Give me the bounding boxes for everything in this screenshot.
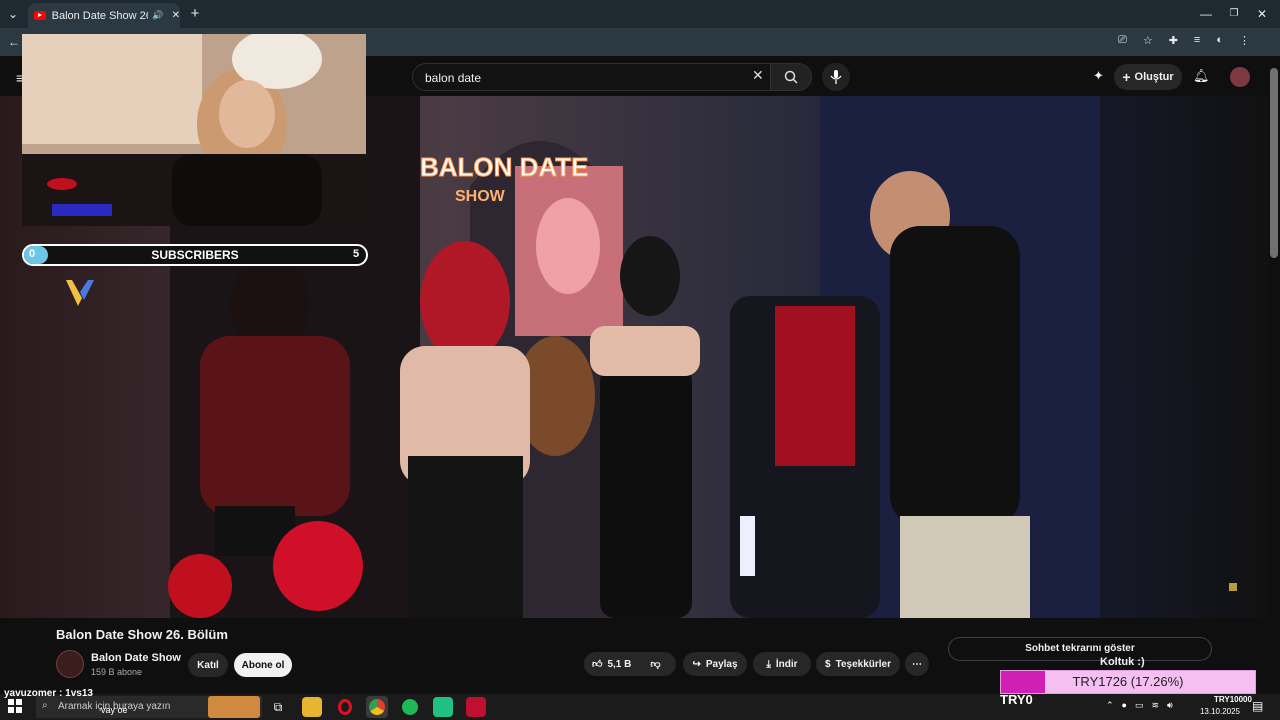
- subscribe-button[interactable]: Abone ol: [234, 653, 292, 677]
- download-label: İndir: [775, 658, 798, 670]
- bookmark-star-icon[interactable]: ☆: [1143, 34, 1153, 50]
- webcam-feed: [22, 34, 366, 226]
- tray-wifi-icon[interactable]: ≋: [1152, 700, 1160, 711]
- microphone-icon: [830, 70, 842, 84]
- back-arrow-icon[interactable]: ←: [4, 28, 24, 56]
- thanks-label: Teşekkürler: [835, 658, 891, 670]
- tray-chevron-icon[interactable]: ⌃: [1106, 700, 1114, 711]
- tray-volume-icon[interactable]: 🔊︎: [1167, 700, 1173, 711]
- neon-sign-title: BALON DATE: [420, 152, 589, 182]
- like-dislike-group: 👍︎ 5,1 B 👎︎: [584, 652, 676, 676]
- stream-chat-message: yavuzomer : 1vs13: [4, 688, 93, 699]
- stream-chat-message-2: vay oe: [101, 705, 128, 715]
- tab-close-icon[interactable]: ✕: [172, 10, 180, 21]
- notifications-bell-icon[interactable]: 🔔︎: [1193, 68, 1210, 84]
- download-button[interactable]: ⤓ İndir: [753, 652, 811, 676]
- restore-button[interactable]: ❐: [1222, 0, 1246, 28]
- search-highlight-image[interactable]: [208, 696, 260, 718]
- share-button[interactable]: ↪ Paylaş: [683, 652, 747, 676]
- taskbar-date[interactable]: 13.10.2025: [1198, 707, 1242, 716]
- neon-sign-subtitle: SHOW: [455, 188, 506, 205]
- browser-toolbar-icons: ⎚ ☆ ✚ ≡ ◐ ⋮: [1118, 34, 1268, 50]
- channel-subscriber-count: 159 B abone: [91, 667, 143, 677]
- search-button[interactable]: [770, 63, 812, 91]
- thanks-button[interactable]: $ Teşekkürler: [816, 652, 900, 676]
- tray-network-icon[interactable]: ▭: [1135, 700, 1144, 711]
- show-chat-replay-button[interactable]: Sohbet tekrarını göster: [948, 637, 1212, 661]
- taskbar-search-icon: ⌕: [42, 700, 48, 711]
- subs-label: SUBSCRIBERS: [151, 248, 239, 262]
- ai-sparkle-icon[interactable]: ✦: [1093, 68, 1104, 84]
- search-icon: [784, 70, 798, 84]
- youtube-favicon-icon: [34, 11, 46, 20]
- file-explorer-icon[interactable]: [302, 697, 322, 717]
- page-scrollbar[interactable]: [1270, 68, 1278, 258]
- install-app-icon[interactable]: ⎚: [1118, 34, 1127, 50]
- browser-tab[interactable]: Balon Date Show 26. Bölüm 🔊 ✕: [28, 3, 180, 28]
- plus-icon: +: [1122, 69, 1131, 85]
- spotify-icon[interactable]: [400, 697, 420, 717]
- subs-count-right: 5: [353, 248, 360, 260]
- valorant-logo-icon: [66, 280, 94, 306]
- donation-goal-text: TRY1726 (17.26%): [1072, 674, 1184, 689]
- more-actions-button[interactable]: ⋯: [905, 652, 929, 676]
- download-icon: ⤓: [766, 658, 771, 670]
- create-button[interactable]: + Oluştur: [1114, 64, 1182, 90]
- app-red-icon[interactable]: [466, 697, 486, 717]
- task-view-icon[interactable]: ⧉: [268, 697, 288, 717]
- donation-min-label: TRY0: [1000, 692, 1033, 707]
- tab-list-icon[interactable]: ⌄: [4, 0, 22, 28]
- search-input[interactable]: balon date: [412, 63, 776, 91]
- opera-icon[interactable]: [335, 697, 355, 717]
- clear-search-icon[interactable]: ✕: [752, 67, 764, 84]
- channel-avatar[interactable]: [56, 650, 84, 678]
- windows-start-icon[interactable]: [8, 699, 22, 713]
- donation-max-label: TRY10000: [1214, 695, 1252, 704]
- extensions-icon[interactable]: ✚: [1169, 34, 1178, 50]
- menu-kebab-icon[interactable]: ⋮: [1239, 34, 1250, 50]
- media-controls-icon[interactable]: ≡: [1194, 34, 1200, 50]
- close-window-button[interactable]: ✕: [1250, 0, 1274, 28]
- speaker-icon[interactable]: 🔊: [152, 10, 163, 21]
- thumbs-up-icon[interactable]: 👍︎: [592, 658, 602, 670]
- share-arrow-icon: ↪: [692, 658, 701, 670]
- profile-icon[interactable]: ◐: [1216, 34, 1223, 50]
- join-button[interactable]: Katıl: [188, 653, 228, 677]
- streamlabs-icon[interactable]: [433, 697, 453, 717]
- donation-goal-title: Koltuk :): [1100, 656, 1145, 668]
- chrome-icon[interactable]: [366, 696, 388, 718]
- create-label: Oluştur: [1134, 71, 1174, 83]
- webcam-overlay: [22, 34, 366, 226]
- super-thanks-icon: $: [825, 658, 831, 670]
- video-title: Balon Date Show 26. Bölüm: [56, 627, 228, 642]
- minimize-button[interactable]: —: [1194, 0, 1218, 28]
- account-avatar[interactable]: [1230, 67, 1250, 87]
- voice-search-button[interactable]: [822, 63, 850, 91]
- search-input-value: balon date: [425, 71, 482, 85]
- share-label: Paylaş: [705, 658, 738, 670]
- thumbs-down-icon[interactable]: 👎︎: [650, 658, 660, 670]
- new-tab-button[interactable]: +: [186, 0, 204, 28]
- channel-name[interactable]: Balon Date Show: [91, 652, 181, 664]
- system-tray: ⌃ ● ▭ ≋ 🔊︎: [1106, 700, 1196, 711]
- tab-title: Balon Date Show 26. Bölüm: [51, 9, 149, 22]
- tray-mic-icon[interactable]: ●: [1122, 700, 1127, 711]
- like-count[interactable]: 5,1 B: [607, 659, 631, 670]
- notification-center-icon[interactable]: ▤: [1252, 699, 1263, 713]
